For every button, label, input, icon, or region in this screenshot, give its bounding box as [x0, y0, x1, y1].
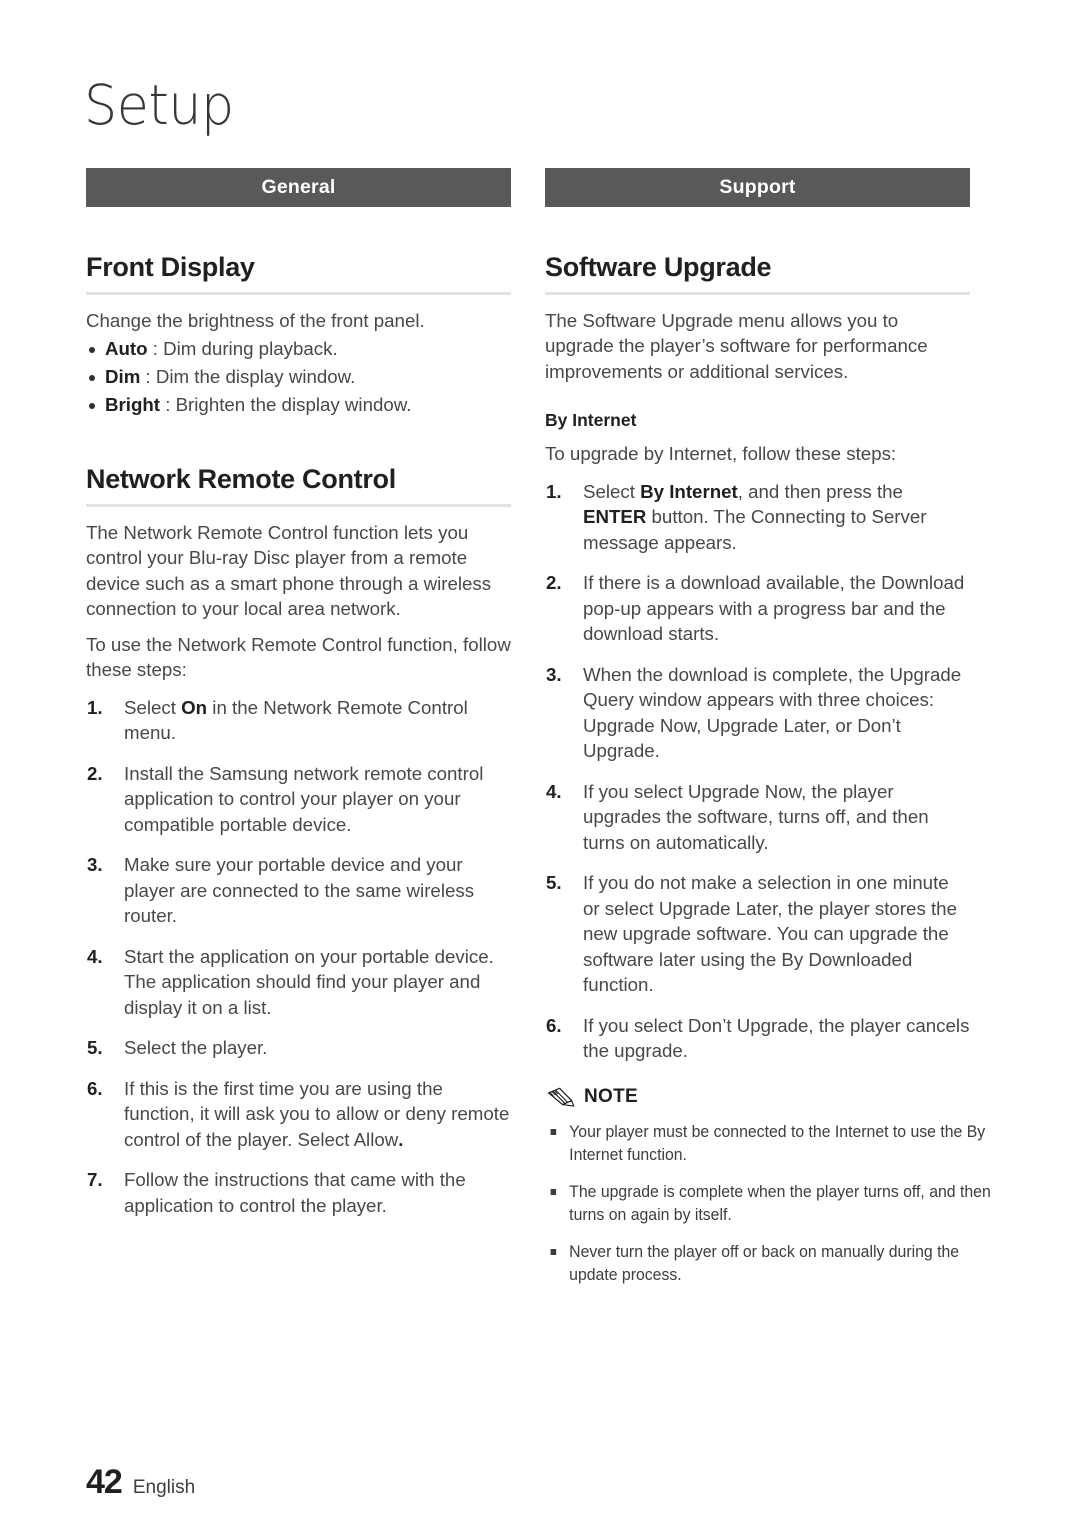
- step-text-pre: If you do not make a selection in one mi…: [583, 872, 957, 996]
- option-term: Auto: [105, 338, 148, 360]
- step-text-pre: When the download is complete, the Upgra…: [583, 663, 962, 762]
- step-item: 5. Select the player.: [86, 1035, 511, 1061]
- option-sep: :: [140, 366, 156, 388]
- note-header: NOTE: [545, 1086, 970, 1108]
- step-number: 6.: [87, 1077, 103, 1099]
- step-number: 1.: [546, 480, 562, 502]
- step-text-pre: If there is a download available, the Do…: [583, 572, 965, 645]
- step-text-bold: By Internet: [640, 480, 738, 502]
- subheading-by-internet: By Internet: [545, 410, 637, 431]
- step-text-pre: If you select Don’t Upgrade, the player …: [583, 1014, 970, 1062]
- network-remote-paragraph-2: To use the Network Remote Control functi…: [86, 633, 511, 681]
- step-text-pre: Start the application on your portable d…: [124, 945, 494, 1018]
- right-column: Support Software Upgrade The Software Up…: [545, 168, 991, 1300]
- option-term: Bright: [105, 394, 161, 416]
- step-text-pre: Select the player.: [124, 1037, 268, 1059]
- step-text-bold: On: [181, 696, 208, 718]
- page-language: English: [132, 1477, 196, 1498]
- page-number: 42: [86, 1463, 123, 1501]
- step-item: 4. If you select Upgrade Now, the player …: [545, 779, 970, 856]
- step-item: 5. If you do not make a selection in one …: [545, 870, 970, 998]
- network-remote-paragraph-1: The Network Remote Control function lets…: [86, 521, 492, 620]
- step-item: 3. When the download is complete, the Upg…: [545, 662, 970, 764]
- page-footer: 42 English: [86, 1463, 195, 1502]
- step-number: 3.: [546, 663, 562, 685]
- step-item: 4. Start the application on your portable…: [86, 944, 511, 1021]
- heading-rule: [86, 503, 511, 507]
- step-item: 1. Select By Internet, and then press the…: [545, 479, 970, 556]
- front-display-intro: Change the brightness of the front panel…: [86, 309, 425, 331]
- step-number: 1.: [87, 696, 103, 718]
- pencil-icon: [545, 1086, 575, 1108]
- by-internet-intro: To upgrade by Internet, follow these ste…: [545, 443, 897, 465]
- step-item: 7. Follow the instructions that came with…: [86, 1167, 511, 1218]
- step-text-bold-2: ENTER: [583, 506, 647, 528]
- step-number: 2.: [546, 572, 562, 594]
- step-item: 6. If this is the first time you are usin…: [86, 1076, 511, 1153]
- step-number: 3.: [87, 854, 103, 876]
- step-text-pre: Install the Samsung network remote contr…: [124, 762, 484, 835]
- step-item: 3. Make sure your portable device and you…: [86, 852, 511, 929]
- list-item: Auto : Dim during playback.: [86, 335, 511, 363]
- step-number: 2.: [87, 762, 103, 784]
- note-item: Your player must be connected to the Int…: [545, 1120, 992, 1166]
- option-text: Brighten the display window.: [175, 394, 412, 416]
- left-column: General Front Display Change the brightn…: [86, 168, 511, 1233]
- section-banner-general: General: [86, 168, 511, 207]
- note-block: NOTE Your player must be connected to th…: [545, 1086, 991, 1286]
- step-text-mid: , and then press the: [737, 480, 903, 502]
- step-number: 4.: [87, 945, 103, 967]
- step-number: 5.: [546, 872, 562, 894]
- note-item: Never turn the player off or back on man…: [545, 1240, 992, 1286]
- network-remote-steps: 1. Select On in the Network Remote Contro…: [86, 695, 511, 1219]
- step-text-pre: Follow the instructions that came with t…: [124, 1169, 466, 1216]
- section-banner-support: Support: [545, 168, 970, 207]
- document-page: Setup General Front Display Change the b…: [0, 0, 1080, 1532]
- step-number: 7.: [87, 1169, 103, 1191]
- option-text: Dim the display window.: [155, 366, 356, 388]
- step-text-pre: If you select Upgrade Now, the player up…: [583, 780, 929, 853]
- step-text-bold: .: [398, 1128, 404, 1150]
- heading-rule: [545, 291, 970, 295]
- step-item: 6. If you select Don’t Upgrade, the playe…: [545, 1013, 970, 1064]
- list-item: Bright : Brighten the display window.: [86, 391, 511, 419]
- step-text-pre: Select: [124, 696, 182, 718]
- list-item: Dim : Dim the display window.: [86, 363, 511, 391]
- heading-rule: [86, 291, 511, 295]
- by-internet-steps: 1. Select By Internet, and then press the…: [545, 479, 970, 1064]
- heading-front-display: Front Display: [86, 252, 255, 282]
- step-item: 2. Install the Samsung network remote con…: [86, 761, 511, 838]
- option-sep: :: [147, 338, 164, 360]
- option-text: Dim during playback.: [163, 338, 338, 360]
- note-item: The upgrade is complete when the player …: [545, 1180, 992, 1226]
- step-text-pre: Make sure your portable device and your …: [124, 854, 475, 927]
- step-text-pre: If this is the first time you are using …: [124, 1077, 510, 1150]
- page-title: Setup: [84, 73, 234, 137]
- software-upgrade-intro: The Software Upgrade menu allows you to …: [545, 309, 928, 382]
- front-display-options: Auto : Dim during playback. Dim : Dim th…: [86, 335, 511, 419]
- step-item: 2. If there is a download available, the …: [545, 570, 970, 647]
- heading-network-remote-control: Network Remote Control: [86, 464, 396, 495]
- step-item: 1. Select On in the Network Remote Contro…: [86, 695, 511, 746]
- step-number: 4.: [546, 780, 562, 802]
- note-items: Your player must be connected to the Int…: [545, 1120, 991, 1286]
- step-number: 5.: [87, 1037, 103, 1059]
- note-label: NOTE: [584, 1085, 638, 1107]
- step-number: 6.: [546, 1014, 562, 1036]
- option-term: Dim: [105, 366, 141, 388]
- heading-software-upgrade: Software Upgrade: [545, 252, 772, 282]
- step-text-pre: Select: [583, 480, 641, 502]
- option-sep: :: [160, 394, 176, 416]
